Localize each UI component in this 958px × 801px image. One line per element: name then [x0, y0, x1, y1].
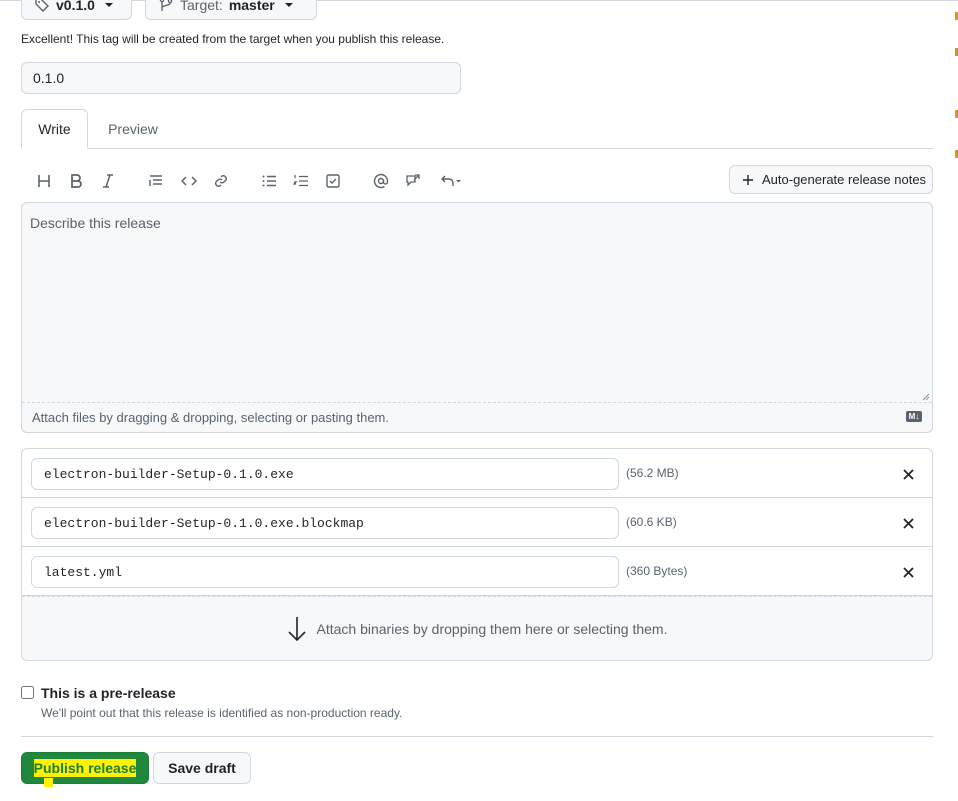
task-list-icon[interactable] [319, 168, 347, 194]
release-assets-list: (56.2 MB) (60.6 KB) (360 Bytes) Attach b… [21, 448, 933, 661]
markdown-icon[interactable]: M↓ [906, 411, 922, 422]
auto-generate-label: Auto-generate release notes [762, 172, 927, 187]
undo-icon[interactable] [433, 168, 469, 194]
actions-divider [21, 736, 933, 737]
heading-icon[interactable] [30, 168, 58, 194]
chevron-down-icon [104, 3, 113, 7]
prerelease-checkbox[interactable] [21, 686, 34, 699]
target-label: Target: [180, 0, 223, 13]
branch-icon [159, 0, 173, 11]
publish-release-button[interactable]: Publish release [21, 752, 149, 784]
remove-asset-icon[interactable] [899, 563, 917, 581]
mention-icon[interactable] [367, 168, 395, 194]
asset-name-input[interactable] [31, 556, 619, 588]
remove-asset-icon[interactable] [899, 514, 917, 532]
save-draft-button[interactable]: Save draft [153, 752, 251, 784]
tab-preview[interactable]: Preview [92, 109, 174, 149]
tag-value: v0.1.0 [56, 0, 95, 13]
prerelease-description: We'll point out that this release is ide… [41, 706, 403, 720]
target-value: master [228, 0, 275, 13]
remove-asset-icon[interactable] [899, 465, 917, 483]
resize-handle-icon[interactable] [920, 391, 930, 401]
asset-size: (360 Bytes) [626, 564, 688, 578]
attach-files-hint: Attach files by dragging & dropping, sel… [32, 410, 389, 425]
drop-zone-text: Attach binaries by dropping them here or… [316, 620, 668, 637]
tag-select-button[interactable]: v0.1.0 [21, 0, 132, 20]
tab-write[interactable]: Write [21, 109, 88, 149]
auto-generate-notes-button[interactable]: Auto-generate release notes [729, 165, 933, 194]
chevron-down-icon [284, 3, 293, 7]
release-notes-textarea[interactable] [22, 203, 932, 402]
numbered-list-icon[interactable] [287, 168, 315, 194]
arrow-down-icon [287, 616, 306, 641]
top-border [0, 0, 958, 1]
tabs-divider [88, 148, 933, 149]
plus-icon [743, 174, 753, 185]
asset-name-input[interactable] [31, 458, 619, 490]
link-icon[interactable] [207, 168, 235, 194]
publish-release-label: Publish release [33, 759, 137, 777]
release-title-input[interactable] [21, 62, 461, 94]
italic-icon[interactable] [94, 168, 122, 194]
asset-size: (56.2 MB) [626, 466, 679, 480]
attach-files-bar[interactable]: Attach files by dragging & dropping, sel… [22, 402, 932, 432]
release-notes-editor: Attach files by dragging & dropping, sel… [21, 202, 933, 433]
asset-row: (56.2 MB) [22, 449, 932, 498]
tag-hint: Excellent! This tag will be created from… [21, 32, 445, 46]
asset-row: (360 Bytes) [22, 547, 932, 596]
code-icon[interactable] [175, 168, 203, 194]
tag-icon [35, 0, 49, 12]
bulleted-list-icon[interactable] [255, 168, 283, 194]
quote-icon[interactable] [142, 168, 170, 194]
highlight-marker [44, 778, 53, 787]
prerelease-label[interactable]: This is a pre-release [41, 685, 176, 701]
asset-size: (60.6 KB) [626, 515, 677, 529]
asset-row: (60.6 KB) [22, 498, 932, 547]
bold-icon[interactable] [62, 168, 90, 194]
asset-name-input[interactable] [31, 507, 619, 539]
target-select-button[interactable]: Target: master [145, 0, 317, 20]
binaries-drop-zone[interactable]: Attach binaries by dropping them here or… [22, 596, 932, 660]
reference-icon[interactable] [399, 168, 427, 194]
